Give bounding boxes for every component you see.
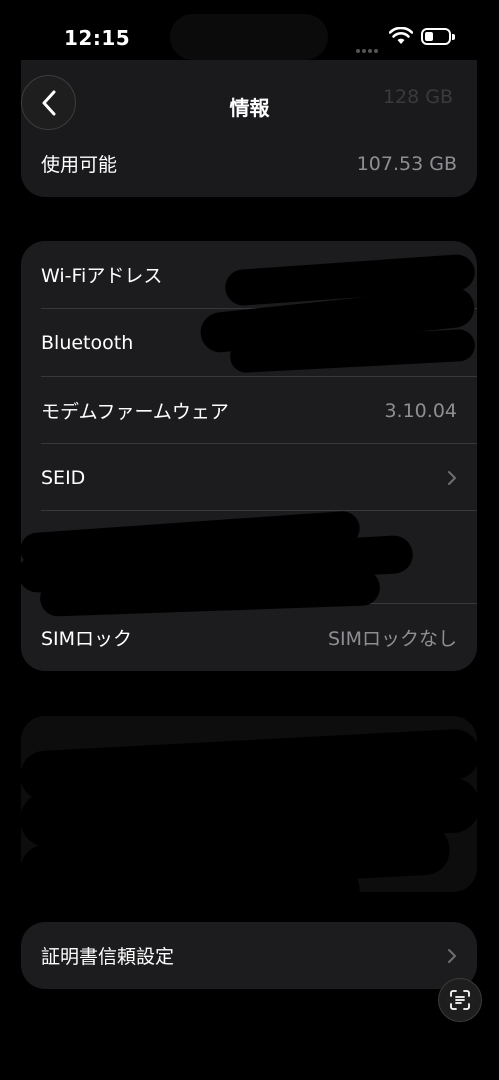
modem-firmware-label: モデムファームウェア xyxy=(41,401,229,423)
battery-icon xyxy=(421,28,455,45)
row-certificate-trust-settings[interactable]: 証明書信頼設定 xyxy=(21,922,477,989)
wifi-address-label: Wi-Fiアドレス xyxy=(41,265,163,287)
sim-lock-value: SIMロックなし xyxy=(327,628,457,650)
navigation-bar: 128 GB 情報 xyxy=(0,60,499,150)
cellular-signal-icon xyxy=(356,38,380,57)
page-title: 情報 xyxy=(229,96,270,120)
sim-lock-label: SIMロック xyxy=(41,628,133,650)
status-bar: 12:15 xyxy=(0,0,499,60)
text-scan-icon xyxy=(450,990,470,1010)
divider xyxy=(41,510,477,511)
available-value: 107.53 GB xyxy=(356,152,457,175)
row-modem-firmware: モデムファームウェア 3.10.04 xyxy=(21,377,477,444)
dynamic-island xyxy=(170,14,328,60)
row-seid[interactable]: SEID xyxy=(21,444,477,511)
certificate-card: 証明書信頼設定 xyxy=(21,922,477,989)
seid-label: SEID xyxy=(41,466,86,489)
certificate-trust-label: 証明書信頼設定 xyxy=(41,946,175,968)
wifi-icon xyxy=(389,27,413,44)
text-scan-button[interactable] xyxy=(438,978,482,1022)
bluetooth-label: Bluetooth xyxy=(41,331,134,354)
chevron-right-icon xyxy=(448,948,456,963)
available-label: 使用可能 xyxy=(41,154,118,176)
status-time: 12:15 xyxy=(64,26,131,50)
modem-firmware-value: 3.10.04 xyxy=(384,399,457,422)
chevron-right-icon xyxy=(448,470,456,485)
